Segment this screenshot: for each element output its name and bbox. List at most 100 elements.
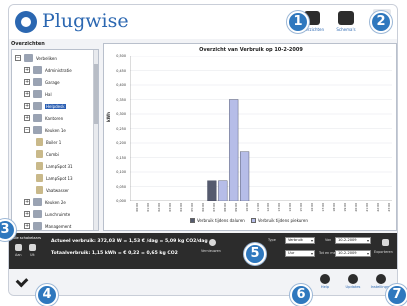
total-usage-text: Totaalverbruik: 1,15 kWh = € 0,22 = 0,65… [51,251,178,256]
callout-5: 5 [244,243,266,265]
chart-plot [130,56,392,201]
x-tick-label: 08:00 [222,203,227,212]
y-tick-label: 0,050 [116,184,126,189]
chart-panel: Overzicht van Verbruik op 10-2-2009 kWh … [103,43,397,231]
sidebar-item[interactable]: + Kantoren [24,112,63,124]
expand-toggle-icon[interactable]: + [24,115,30,121]
chart-title: Overzicht van Verbruik op 10-2-2009 [199,47,303,53]
sidebar-item[interactable]: LampSpot 13 [33,172,73,184]
expand-toggle-icon[interactable]: + [24,79,30,85]
y-tick-label: 0,250 [116,126,126,131]
device-icon [36,162,43,170]
sidebar-item-label: Kantoren [45,115,64,121]
sidebar-item[interactable]: Boiler 1 [33,136,61,148]
group-icon [33,66,42,74]
sidebar-item[interactable]: + Lunchruimte [24,208,70,220]
sidebar-item-label: Garage [45,79,60,85]
group-icon [33,78,42,86]
expand-toggle-icon[interactable]: + [24,199,30,205]
switch-off-label: Uit [30,253,35,257]
group-icon [33,126,42,134]
sidebar-item[interactable]: LampSpot 31 [33,160,73,172]
x-tick-label: 11:00 [255,203,260,212]
switch-on-icon[interactable] [15,244,22,251]
sidebar-item[interactable]: + Administratie [24,64,72,76]
y-tick-label: 0,400 [116,83,126,87]
x-tick-label: 01:00 [146,203,151,212]
bar-peak-08:00 [218,180,228,201]
expand-toggle-icon[interactable]: + [24,103,30,109]
sidebar-item-label: Lunchruimte [45,211,71,217]
type-label: Type [268,238,276,242]
sidebar-item[interactable]: Combi [33,148,59,160]
sidebar-item-label: Vaatwasser [46,187,69,193]
group-icon [33,102,42,110]
status-panel: Alle schakelaars Aan Uit Actueel verbrui… [9,233,397,269]
sidebar-item[interactable]: + Garage [24,76,60,88]
x-tick-label: 07:00 [211,203,216,212]
tree-scrollbar-thumb[interactable] [94,64,98,124]
expand-toggle-icon[interactable]: + [24,223,30,229]
refresh-label: Vernieuwen [201,249,221,253]
schedules-button[interactable]: Schema's [333,11,359,32]
legend-label-offpeak: Verbruik tijdens daluren [197,218,245,223]
header: Plugwise Overzichten Schema's [9,5,397,39]
y-tick-label: 0,000 [116,199,126,203]
sidebar-item[interactable]: − Keuken 1e [24,124,66,136]
sidebar-item[interactable]: + Hal [24,88,52,100]
sidebar-item-label: Boiler 1 [46,139,62,145]
x-tick-label: 09:00 [233,203,238,212]
sidebar-item[interactable]: − Verbeliken [15,52,57,64]
device-icon [36,150,43,158]
tree-scrollbar[interactable] [93,50,98,230]
from-label: Van [325,238,332,242]
refresh-icon[interactable] [209,239,216,246]
collapse-toggle-icon[interactable]: − [24,127,30,133]
x-tick-label: 14:00 [288,203,293,212]
expand-toggle-icon[interactable]: + [24,211,30,217]
y-tick-label: 0,450 [116,68,126,73]
legend-swatch-offpeak [190,218,195,223]
sidebar-item-label: Combi [46,151,59,157]
x-tick-label: 16:00 [310,203,315,212]
help-icon [320,274,330,284]
updates-button[interactable]: Updates [342,274,364,289]
group-icon [33,90,42,98]
export-icon[interactable] [382,239,389,246]
from-date-picker[interactable]: 10-2-2009 [335,237,371,244]
type-select[interactable]: Verbruik [285,237,315,244]
collapse-toggle-icon[interactable]: − [15,55,21,61]
expand-toggle-icon[interactable]: + [24,91,30,97]
device-icon [36,138,43,146]
sidebar-title: Overzichten [11,41,45,47]
all-switches-label: Alle schakelaars [12,236,42,240]
expand-toggle-icon[interactable]: + [24,67,30,73]
x-tick-label: 22:00 [375,203,380,212]
sidebar-item[interactable]: + Helpdesk [24,100,66,112]
sidebar-item[interactable]: Vaatwasser [33,184,69,196]
to-date-picker[interactable]: 10-2-2009 [335,250,371,257]
device-tree: − Verbeliken + Administratie + Garage + Hal + Hel… [11,49,99,231]
callout-4: 4 [36,284,58,306]
y-tick-label: 0,300 [116,112,126,116]
sidebar-item-label: Administratie [45,67,72,73]
period-select[interactable]: Uur [285,250,315,257]
sidebar-item[interactable]: + Keuken 2e [24,196,66,208]
switch-off-icon[interactable] [29,244,36,251]
bar-peak-10:00 [240,151,250,201]
export-label: Exporteren [374,250,393,254]
x-tick-label: 00:00 [135,203,140,212]
sidebar-item-label: LampSpot 13 [46,175,73,181]
sidebar-item[interactable]: + Management [24,220,71,230]
bar-peak-09:00 [229,99,239,201]
x-tick-label: 12:00 [266,203,271,212]
x-tick-label: 23:00 [386,203,391,212]
schedules-icon [338,11,354,25]
sidebar-item-label: Keuken 1e [45,127,66,133]
globe-icon [348,274,358,284]
x-tick-label: 19:00 [342,203,347,212]
updates-button-label: Updates [345,285,361,289]
callout-2: 2 [370,11,392,33]
help-button[interactable]: Help [314,274,336,289]
sidebar-item-label: Verbeliken [36,55,57,61]
